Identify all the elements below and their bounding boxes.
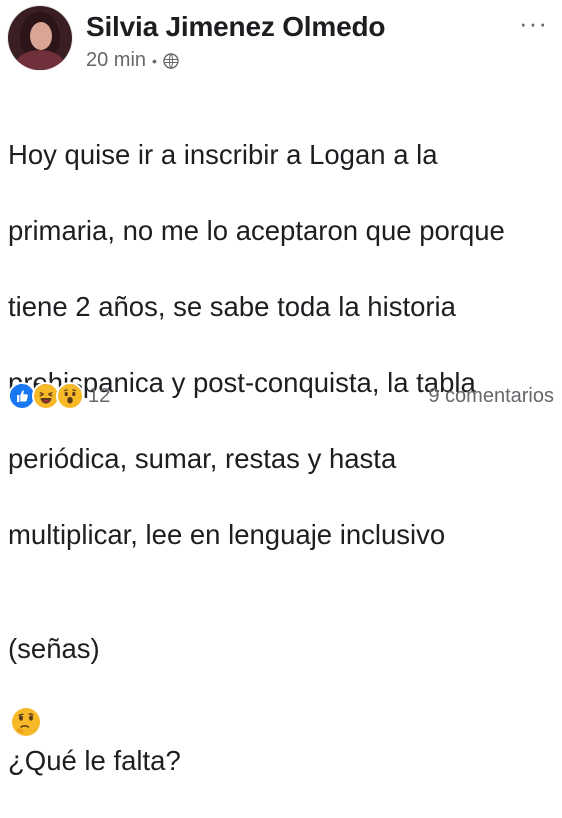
post-line: tiene 2 años, se sabe toda la historia (8, 291, 456, 322)
post-meta: 20 min • (86, 49, 179, 72)
post-text: Hoy quise ir a inscribir a Logan a la pr… (8, 98, 556, 818)
post-footer: 12 9 comentarios (8, 382, 554, 410)
post-line: Hoy quise ir a inscribir a Logan a la (8, 139, 438, 170)
thinking-face-icon (10, 668, 42, 736)
reaction-count[interactable]: 12 (88, 385, 110, 408)
post-line: multiplicar, lee en lenguaje inclusivo (8, 519, 446, 550)
avatar-face (30, 22, 52, 50)
post-last-line-start: (señas) (8, 633, 100, 664)
author-name[interactable]: Silvia Jimenez Olmedo (86, 11, 385, 43)
reactions-summary[interactable]: 12 (8, 382, 110, 410)
avatar[interactable] (8, 6, 72, 70)
globe-icon[interactable] (163, 52, 179, 69)
post-last-line-end: ¿Qué le falta? (8, 745, 181, 776)
reaction-icons (8, 382, 84, 410)
ellipsis-icon: ··· (519, 8, 548, 38)
avatar-shirt (16, 50, 64, 70)
post-line: periódica, sumar, restas y hasta (8, 443, 397, 474)
post-line: primaria, no me lo aceptaron que porque (8, 215, 505, 246)
comments-count-link[interactable]: 9 comentarios (428, 385, 554, 408)
post-last-line: (señas) ¿Qué le falta? (8, 592, 556, 780)
wow-icon (56, 382, 84, 410)
post-card: Silvia Jimenez Olmedo 20 min • ··· Hoy q… (0, 0, 562, 776)
more-options-button[interactable]: ··· (519, 10, 548, 36)
post-time[interactable]: 20 min (86, 49, 146, 72)
meta-separator: • (152, 52, 157, 69)
